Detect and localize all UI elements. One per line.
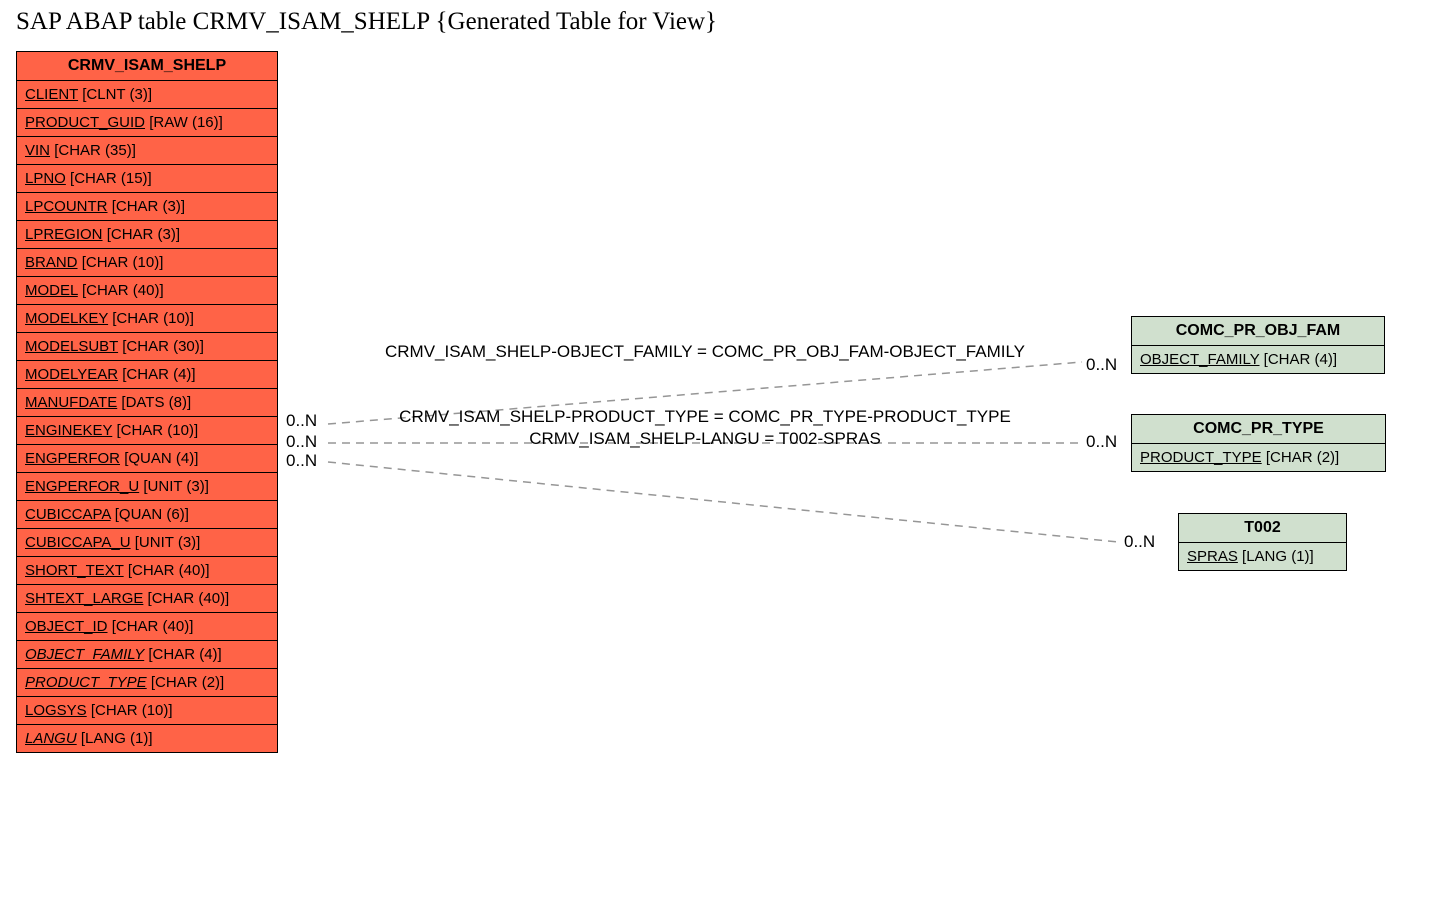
entity-field: OBJECT_ID [CHAR (40)] bbox=[17, 613, 277, 641]
field-type: [CHAR (30)] bbox=[122, 338, 204, 355]
entity-field: PRODUCT_TYPE [CHAR (2)] bbox=[1132, 444, 1385, 471]
entity-header: CRMV_ISAM_SHELP bbox=[17, 52, 277, 81]
cardinality-left-3: 0..N bbox=[286, 451, 317, 471]
field-name: PRODUCT_TYPE bbox=[1140, 449, 1262, 466]
field-type: [CHAR (15)] bbox=[70, 170, 152, 187]
entity-field: LOGSYS [CHAR (10)] bbox=[17, 697, 277, 725]
field-type: [CHAR (40)] bbox=[82, 282, 164, 299]
field-name: MODELYEAR bbox=[25, 366, 118, 383]
field-name: MODEL bbox=[25, 282, 78, 299]
entity-field: CUBICCAPA [QUAN (6)] bbox=[17, 501, 277, 529]
field-type: [CHAR (2)] bbox=[1266, 449, 1339, 466]
field-name: CLIENT bbox=[25, 86, 78, 103]
field-type: [CHAR (10)] bbox=[112, 310, 194, 327]
entity-field: PRODUCT_GUID [RAW (16)] bbox=[17, 109, 277, 137]
entity-field: SHORT_TEXT [CHAR (40)] bbox=[17, 557, 277, 585]
field-type: [CHAR (10)] bbox=[82, 254, 164, 271]
field-type: [CHAR (4)] bbox=[1264, 351, 1337, 368]
entity-field: MODEL [CHAR (40)] bbox=[17, 277, 277, 305]
field-name: PRODUCT_GUID bbox=[25, 114, 145, 131]
field-type: [LANG (1)] bbox=[1242, 548, 1314, 565]
entity-field: SPRAS [LANG (1)] bbox=[1179, 543, 1346, 570]
field-name: LOGSYS bbox=[25, 702, 87, 719]
field-name: SHTEXT_LARGE bbox=[25, 590, 143, 607]
field-name: LPNO bbox=[25, 170, 66, 187]
entity-header: T002 bbox=[1179, 514, 1346, 543]
cardinality-right-3: 0..N bbox=[1124, 532, 1155, 552]
field-name: BRAND bbox=[25, 254, 78, 271]
field-type: [CHAR (40)] bbox=[112, 618, 194, 635]
entity-field: MANUFDATE [DATS (8)] bbox=[17, 389, 277, 417]
field-type: [UNIT (3)] bbox=[135, 534, 201, 551]
field-type: [CHAR (3)] bbox=[112, 198, 185, 215]
entity-field: OBJECT_FAMILY [CHAR (4)] bbox=[17, 641, 277, 669]
entity-field: SHTEXT_LARGE [CHAR (40)] bbox=[17, 585, 277, 613]
field-type: [CLNT (3)] bbox=[82, 86, 152, 103]
field-name: SPRAS bbox=[1187, 548, 1238, 565]
field-name: ENGINEKEY bbox=[25, 422, 112, 439]
entity-field: MODELSUBT [CHAR (30)] bbox=[17, 333, 277, 361]
field-name: MODELSUBT bbox=[25, 338, 118, 355]
entity-comc-pr-obj-fam: COMC_PR_OBJ_FAM OBJECT_FAMILY [CHAR (4)] bbox=[1131, 316, 1385, 374]
entity-field: PRODUCT_TYPE [CHAR (2)] bbox=[17, 669, 277, 697]
field-type: [CHAR (35)] bbox=[54, 142, 136, 159]
page-title: SAP ABAP table CRMV_ISAM_SHELP {Generate… bbox=[16, 8, 717, 36]
field-type: [CHAR (4)] bbox=[122, 366, 195, 383]
field-name: OBJECT_FAMILY bbox=[25, 646, 144, 663]
entity-comc-pr-type: COMC_PR_TYPE PRODUCT_TYPE [CHAR (2)] bbox=[1131, 414, 1386, 472]
entity-header: COMC_PR_OBJ_FAM bbox=[1132, 317, 1384, 346]
entity-field: LPREGION [CHAR (3)] bbox=[17, 221, 277, 249]
entity-field: CUBICCAPA_U [UNIT (3)] bbox=[17, 529, 277, 557]
field-name: PRODUCT_TYPE bbox=[25, 674, 147, 691]
field-type: [LANG (1)] bbox=[81, 730, 153, 747]
field-type: [RAW (16)] bbox=[149, 114, 223, 131]
field-name: OBJECT_FAMILY bbox=[1140, 351, 1259, 368]
entity-field: OBJECT_FAMILY [CHAR (4)] bbox=[1132, 346, 1384, 373]
entity-field: ENGPERFOR_U [UNIT (3)] bbox=[17, 473, 277, 501]
cardinality-right-1: 0..N bbox=[1086, 355, 1117, 375]
field-name: CUBICCAPA_U bbox=[25, 534, 131, 551]
field-type: [CHAR (40)] bbox=[148, 590, 230, 607]
cardinality-right-2: 0..N bbox=[1086, 432, 1117, 452]
field-type: [QUAN (6)] bbox=[115, 506, 189, 523]
entity-crmv-isam-shelp: CRMV_ISAM_SHELP CLIENT [CLNT (3)]PRODUCT… bbox=[16, 51, 278, 753]
field-type: [DATS (8)] bbox=[121, 394, 191, 411]
field-name: ENGPERFOR_U bbox=[25, 478, 139, 495]
field-type: [CHAR (40)] bbox=[128, 562, 210, 579]
entity-field: LPNO [CHAR (15)] bbox=[17, 165, 277, 193]
entity-header: COMC_PR_TYPE bbox=[1132, 415, 1385, 444]
field-type: [UNIT (3)] bbox=[143, 478, 209, 495]
field-name: LPCOUNTR bbox=[25, 198, 108, 215]
field-type: [CHAR (10)] bbox=[116, 422, 198, 439]
entity-field: BRAND [CHAR (10)] bbox=[17, 249, 277, 277]
field-type: [CHAR (2)] bbox=[151, 674, 224, 691]
relation-label-1: CRMV_ISAM_SHELP-OBJECT_FAMILY = COMC_PR_… bbox=[343, 342, 1067, 362]
field-type: [QUAN (4)] bbox=[124, 450, 198, 467]
field-name: VIN bbox=[25, 142, 50, 159]
field-type: [CHAR (10)] bbox=[91, 702, 173, 719]
entity-t002: T002 SPRAS [LANG (1)] bbox=[1178, 513, 1347, 571]
relation-label-2: CRMV_ISAM_SHELP-PRODUCT_TYPE = COMC_PR_T… bbox=[363, 407, 1047, 427]
field-name: OBJECT_ID bbox=[25, 618, 108, 635]
field-name: LANGU bbox=[25, 730, 77, 747]
cardinality-left-2: 0..N bbox=[286, 432, 317, 452]
cardinality-left-1: 0..N bbox=[286, 411, 317, 431]
entity-field: ENGINEKEY [CHAR (10)] bbox=[17, 417, 277, 445]
field-type: [CHAR (4)] bbox=[148, 646, 221, 663]
entity-field: MODELKEY [CHAR (10)] bbox=[17, 305, 277, 333]
entity-field: LPCOUNTR [CHAR (3)] bbox=[17, 193, 277, 221]
field-type: [CHAR (3)] bbox=[107, 226, 180, 243]
field-name: CUBICCAPA bbox=[25, 506, 111, 523]
entity-field: LANGU [LANG (1)] bbox=[17, 725, 277, 752]
field-name: LPREGION bbox=[25, 226, 103, 243]
entity-field: MODELYEAR [CHAR (4)] bbox=[17, 361, 277, 389]
entity-field: VIN [CHAR (35)] bbox=[17, 137, 277, 165]
relation-label-3: CRMV_ISAM_SHELP-LANGU = T002-SPRAS bbox=[493, 429, 917, 449]
field-name: ENGPERFOR bbox=[25, 450, 120, 467]
field-name: MANUFDATE bbox=[25, 394, 117, 411]
field-name: SHORT_TEXT bbox=[25, 562, 124, 579]
field-name: MODELKEY bbox=[25, 310, 108, 327]
entity-field: CLIENT [CLNT (3)] bbox=[17, 81, 277, 109]
entity-field: ENGPERFOR [QUAN (4)] bbox=[17, 445, 277, 473]
